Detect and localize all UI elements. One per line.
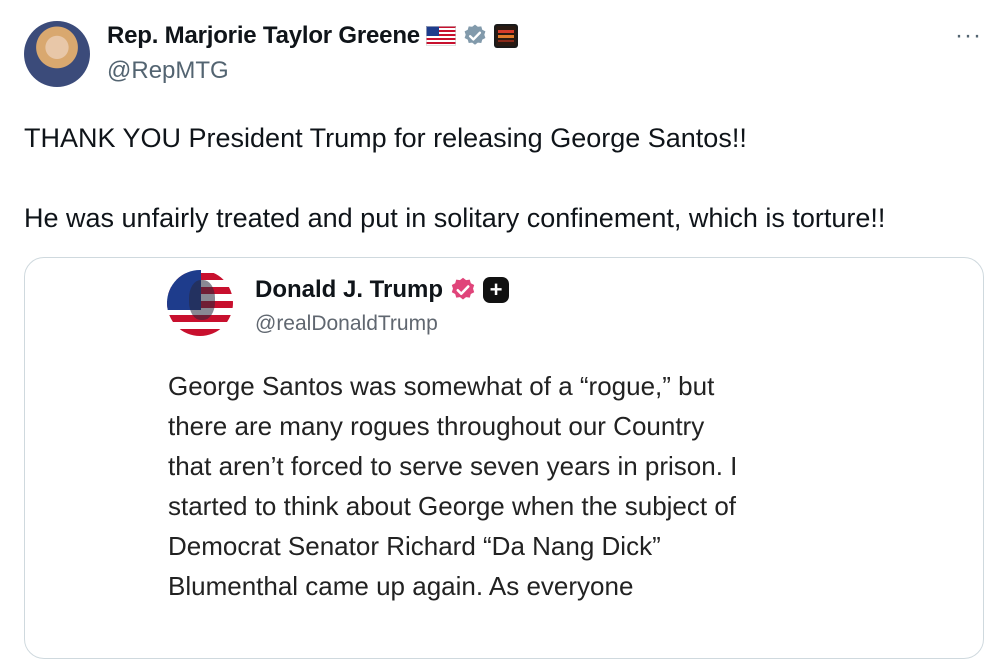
quoted-author-avatar (167, 270, 233, 336)
author-header: Rep. Marjorie Taylor Greene (107, 22, 518, 50)
quoted-author-header: Donald J. Trump + (255, 276, 510, 304)
verified-badge-icon (451, 277, 475, 300)
tweet-line-1: THANK YOU President Trump for releasing … (24, 123, 747, 153)
tweet-line-2: He was unfairly treated and put in solit… (24, 203, 886, 233)
author-avatar[interactable] (24, 21, 90, 87)
quoted-post-text: George Santos was somewhat of a “rogue,”… (168, 366, 868, 606)
more-options-icon[interactable]: ··· (955, 22, 982, 50)
quoted-author-name: Donald J. Trump (255, 276, 444, 303)
verified-badge-icon[interactable] (462, 23, 488, 49)
author-name[interactable]: Rep. Marjorie Taylor Greene (107, 22, 420, 50)
plus-badge-icon: + (483, 277, 510, 303)
quoted-author-handle: @realDonaldTrump (255, 312, 438, 335)
quoted-post-image[interactable]: Donald J. Trump + @realDonaldTrump Georg… (24, 257, 984, 659)
quoted-line: that aren’t forced to serve seven years … (168, 451, 738, 481)
quoted-line: Blumenthal came up again. As everyone (168, 571, 634, 601)
us-flag-icon (425, 26, 456, 46)
quoted-line: Democrat Senator Richard “Da Nang Dick” (168, 531, 661, 561)
quoted-line: George Santos was somewhat of a “rogue,”… (168, 371, 715, 401)
tweet-text: THANK YOU President Trump for releasing … (24, 118, 984, 238)
quoted-line: there are many rogues throughout our Cou… (168, 411, 705, 441)
quoted-line: started to think about George when the s… (168, 491, 737, 521)
affiliation-badge-icon[interactable] (493, 24, 518, 48)
author-handle[interactable]: @RepMTG (107, 57, 229, 85)
